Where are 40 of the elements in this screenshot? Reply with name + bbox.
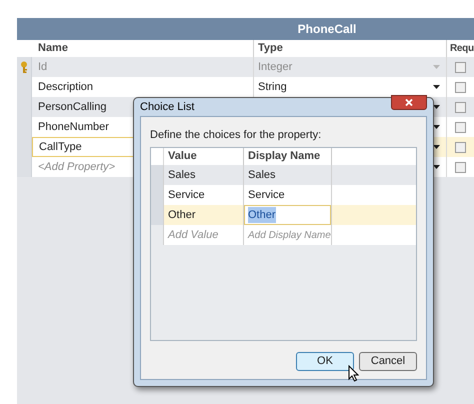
cancel-button[interactable]: Cancel (359, 352, 417, 371)
ok-button[interactable]: OK (296, 352, 354, 371)
row-selector[interactable] (151, 225, 164, 245)
checkbox[interactable] (455, 142, 466, 152)
choice-display-name: Service (247, 188, 285, 203)
column-header: Value (168, 149, 197, 164)
choice-row[interactable]: Other Other (151, 205, 416, 225)
choice-display-name: Sales (247, 168, 276, 183)
column-header: Requ (450, 42, 474, 56)
column-header: Type (258, 41, 283, 56)
property-name: Description (38, 80, 94, 95)
property-row[interactable]: Description String (17, 77, 474, 97)
dropdown-arrow-icon[interactable] (433, 125, 440, 129)
checkbox[interactable] (455, 102, 466, 112)
property-type: Integer (258, 60, 292, 75)
close-button[interactable] (391, 95, 427, 110)
choice-value: Service (168, 188, 205, 203)
property-type: String (258, 80, 287, 95)
checkbox[interactable] (455, 162, 466, 172)
checkbox[interactable] (455, 82, 466, 92)
entity-title: PhoneCall (298, 21, 356, 38)
dropdown-arrow-icon[interactable] (433, 145, 440, 149)
column-header: Name (38, 41, 68, 56)
checkbox[interactable] (455, 122, 466, 132)
display-name-input[interactable]: Other (244, 205, 331, 225)
mouse-cursor-icon (348, 365, 359, 382)
property-name: CallType (39, 140, 82, 155)
choice-value: Sales (168, 168, 196, 183)
property-name: PhoneNumber (38, 120, 109, 135)
instruction-text: Define the choices for the property: (150, 128, 322, 142)
dialog-title: Choice List (140, 100, 194, 114)
dropdown-arrow-icon[interactable] (433, 105, 440, 109)
choice-row[interactable]: Service Service (151, 185, 416, 205)
property-name: Id (38, 60, 48, 75)
dropdown-arrow-icon[interactable] (433, 165, 440, 169)
dropdown-arrow-icon[interactable] (433, 85, 440, 89)
property-name: PersonCalling (38, 100, 106, 115)
column-header: Display Name (248, 149, 320, 164)
choice-value: Other (168, 208, 196, 223)
close-icon (405, 99, 413, 106)
